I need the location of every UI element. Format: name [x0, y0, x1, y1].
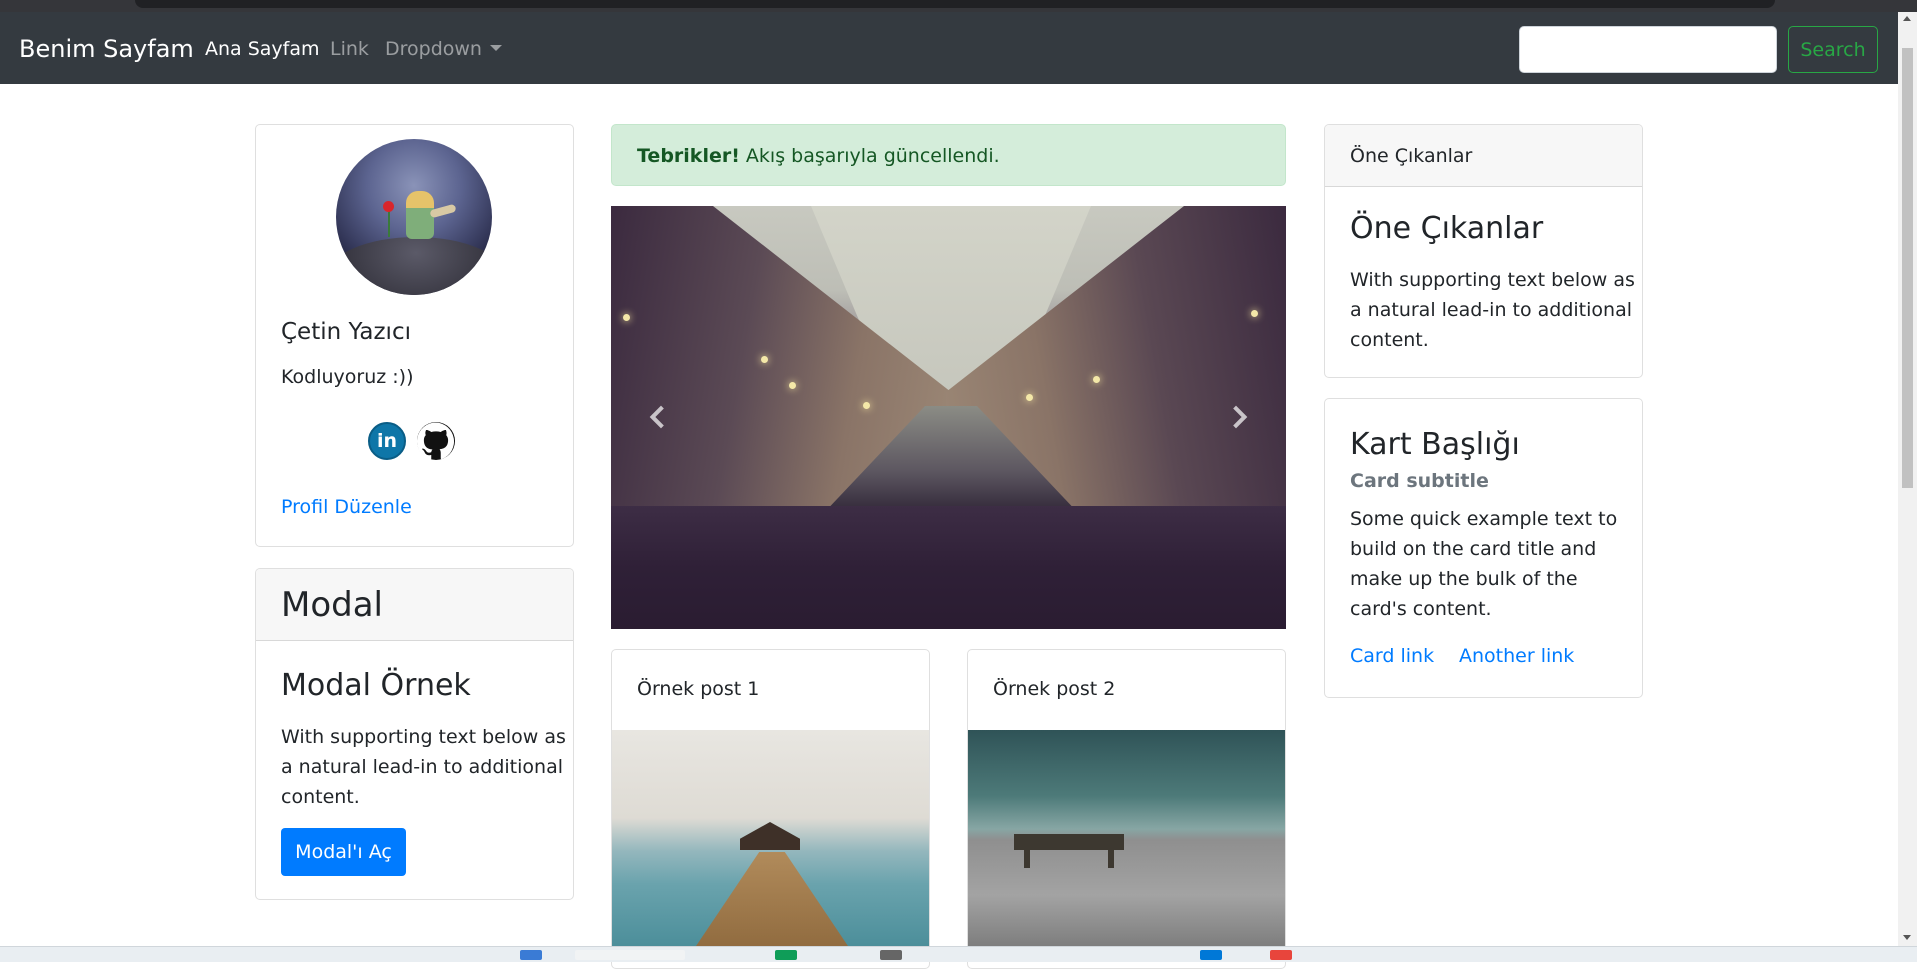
- nav-dropdown-label: Dropdown: [385, 38, 482, 60]
- post-image: [612, 730, 929, 952]
- profile-bio: Kodluyoruz :)): [281, 366, 414, 388]
- linkedin-icon[interactable]: in: [368, 422, 406, 460]
- carousel-prev-icon[interactable]: [649, 402, 673, 432]
- taskbar-app-icon[interactable]: [520, 950, 542, 960]
- taskbar-app-icon[interactable]: [1200, 950, 1222, 960]
- scroll-up-icon[interactable]: [1903, 16, 1911, 21]
- featured-card: Öne Çıkanlar Öne Çıkanlar With supportin…: [1324, 124, 1643, 378]
- featured-card-header: Öne Çıkanlar: [1325, 125, 1642, 187]
- post-card-2: Örnek post 2: [967, 649, 1286, 969]
- modal-card: Modal Modal Örnek With supporting text b…: [255, 568, 574, 900]
- post-title: Örnek post 1: [637, 678, 760, 700]
- post-image: [968, 730, 1285, 950]
- image-carousel: [611, 206, 1286, 629]
- alert-message: Akış başarıyla güncellendi.: [739, 145, 1000, 167]
- featured-card-title: Öne Çıkanlar: [1350, 211, 1544, 246]
- carousel-next-icon[interactable]: [1224, 402, 1248, 432]
- profile-name: Çetin Yazıcı: [281, 319, 411, 345]
- scrollbar-thumb[interactable]: [1902, 48, 1913, 488]
- taskbar-search-box[interactable]: [575, 950, 685, 960]
- modal-card-header-title: Modal: [281, 585, 383, 625]
- page-scrollbar[interactable]: [1898, 12, 1917, 946]
- browser-chrome: [0, 0, 1917, 12]
- avatar: [336, 139, 492, 295]
- success-alert: Tebrikler! Akış başarıyla güncellendi.: [611, 124, 1286, 186]
- os-taskbar: [0, 946, 1917, 962]
- nav-link-link[interactable]: Link: [330, 38, 369, 60]
- post-card-1: Örnek post 1: [611, 649, 930, 969]
- open-modal-button[interactable]: Modal'ı Aç: [281, 828, 406, 876]
- profile-card: Çetin Yazıcı Kodluyoruz :)) in Profil Dü…: [255, 124, 574, 547]
- search-input[interactable]: [1519, 26, 1777, 73]
- featured-card-text: With supporting text below as a natural …: [1350, 269, 1635, 351]
- scroll-down-icon[interactable]: [1903, 935, 1911, 940]
- github-icon[interactable]: [417, 422, 455, 460]
- modal-card-title: Modal Örnek: [281, 668, 471, 703]
- modal-card-header: Modal: [256, 569, 573, 641]
- info-card-title: Kart Başlığı: [1350, 427, 1520, 462]
- caret-down-icon: [489, 45, 502, 51]
- navbar: Benim Sayfam Ana Sayfam Link Dropdown Se…: [0, 12, 1898, 84]
- taskbar-app-icon[interactable]: [775, 950, 797, 960]
- info-card: Kart Başlığı Card subtitle Some quick ex…: [1324, 398, 1643, 698]
- navbar-brand[interactable]: Benim Sayfam: [19, 35, 194, 63]
- address-bar-remnant: [135, 0, 1775, 8]
- search-button[interactable]: Search: [1788, 26, 1878, 73]
- alert-strong: Tebrikler!: [637, 145, 740, 167]
- taskbar-app-icon[interactable]: [880, 950, 902, 960]
- modal-card-text: With supporting text below as a natural …: [281, 726, 566, 808]
- taskbar-app-icon[interactable]: [1270, 950, 1292, 960]
- nav-link-home[interactable]: Ana Sayfam: [205, 38, 320, 60]
- profile-edit-link[interactable]: Profil Düzenle: [281, 496, 412, 518]
- info-card-text: Some quick example text to build on the …: [1350, 508, 1618, 620]
- nav-dropdown[interactable]: Dropdown: [385, 38, 502, 60]
- card-link[interactable]: Card link: [1350, 645, 1434, 667]
- post-title: Örnek post 2: [993, 678, 1116, 700]
- another-link[interactable]: Another link: [1459, 645, 1574, 667]
- info-card-subtitle: Card subtitle: [1350, 470, 1489, 492]
